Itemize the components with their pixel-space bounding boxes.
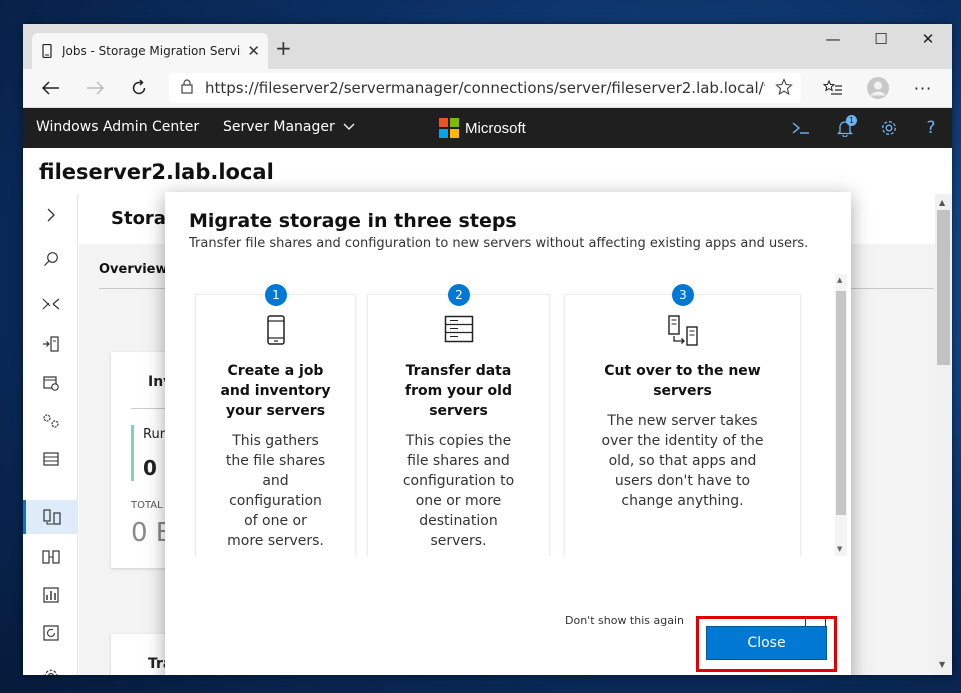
status-label: Rur xyxy=(143,427,166,442)
step-number: 2 xyxy=(448,284,470,306)
tool-migration-icon[interactable] xyxy=(23,327,78,361)
step-card: 2 Transfer data from your old servers Th… xyxy=(367,284,550,556)
tool-services-icon[interactable] xyxy=(23,404,78,438)
more-menu-icon[interactable]: ··· xyxy=(908,75,938,101)
address-bar[interactable]: https://fileserver2/servermanager/connec… xyxy=(169,73,801,103)
step-number: 3 xyxy=(672,284,694,306)
scroll-up-icon[interactable]: ▲ xyxy=(939,198,945,207)
new-tab-icon[interactable]: + xyxy=(275,36,292,60)
status-count: 0 xyxy=(143,456,157,480)
tab-strip: Jobs - Storage Migration Service ✕ + — ☐… xyxy=(23,24,952,69)
step-description: The new server takes over the identity o… xyxy=(601,413,764,509)
step-heading: Transfer data from your old servers xyxy=(404,363,512,419)
tool-performance-icon[interactable] xyxy=(23,578,78,612)
settings-gear-icon[interactable] xyxy=(23,659,78,675)
tab-title: Jobs - Storage Migration Service xyxy=(61,44,242,58)
page-scrollbar[interactable]: ▲ ▼ xyxy=(935,194,952,675)
migration-steps-dialog: Migrate storage in three steps Transfer … xyxy=(165,192,851,675)
powershell-icon[interactable] xyxy=(790,118,812,138)
step-number: 1 xyxy=(265,284,287,306)
server-cutover-icon xyxy=(565,315,800,347)
tab-overview[interactable]: Overview xyxy=(99,262,168,277)
lock-icon xyxy=(181,78,193,98)
step-card: 3 Cut over to the new servers The new se… xyxy=(564,284,801,556)
scroll-down-icon[interactable]: ▼ xyxy=(939,660,945,669)
storage-server-icon xyxy=(368,315,549,343)
browser-tab[interactable]: Jobs - Storage Migration Service ✕ xyxy=(32,33,268,69)
scrollbar-thumb[interactable] xyxy=(836,291,846,515)
step-heading: Cut over to the new servers xyxy=(604,363,761,399)
chevron-down-icon xyxy=(343,119,355,135)
help-icon[interactable]: ? xyxy=(920,118,942,138)
tool-replica-icon[interactable] xyxy=(23,540,78,574)
tool-storage-icon[interactable] xyxy=(23,442,78,476)
forward-icon[interactable] xyxy=(80,75,110,101)
phone-device-icon xyxy=(196,315,355,345)
wac-title[interactable]: Windows Admin Center xyxy=(36,119,199,135)
settings-gear-icon[interactable] xyxy=(878,118,900,138)
close-button[interactable]: Close xyxy=(706,626,827,660)
wac-header: Windows Admin Center Server Manager Micr… xyxy=(23,108,952,148)
steps-container: 1 Create a job and inventory your server… xyxy=(193,274,833,556)
maximize-icon[interactable]: ☐ xyxy=(858,30,904,48)
favorites-list-icon[interactable] xyxy=(818,75,848,101)
microsoft-squares-icon xyxy=(439,118,459,138)
scroll-down-icon[interactable]: ▼ xyxy=(837,545,842,553)
server-manager-label: Server Manager xyxy=(223,119,335,135)
dialog-title: Migrate storage in three steps xyxy=(189,210,517,232)
tab-close-icon[interactable]: ✕ xyxy=(247,42,260,60)
favorite-star-icon[interactable] xyxy=(775,78,793,100)
minimize-icon[interactable]: — xyxy=(810,30,856,48)
close-window-icon[interactable]: ✕ xyxy=(905,30,951,48)
url-text[interactable]: https://fileserver2/servermanager/connec… xyxy=(205,79,765,97)
brand-label: Microsoft xyxy=(465,119,526,137)
total-label: TOTAL xyxy=(131,500,163,511)
search-icon[interactable] xyxy=(23,242,78,276)
dialog-subtitle: Transfer file shares and configuration t… xyxy=(189,236,809,251)
tool-storage-migration-service-icon[interactable] xyxy=(23,500,78,534)
tools-sidebar xyxy=(23,194,78,675)
refresh-icon[interactable] xyxy=(124,75,154,101)
scrollbar-thumb[interactable] xyxy=(937,210,950,365)
step-card: 1 Create a job and inventory your server… xyxy=(195,284,356,556)
browser-window: Jobs - Storage Migration Service ✕ + — ☐… xyxy=(23,24,952,675)
server-title: fileserver2.lab.local xyxy=(39,160,274,184)
back-icon[interactable] xyxy=(36,75,66,101)
server-favicon-icon xyxy=(40,44,54,58)
tool-updates-icon[interactable] xyxy=(23,616,78,650)
dont-show-again-label: Don't show this again xyxy=(565,614,684,627)
status-bar xyxy=(131,425,134,481)
step-heading: Create a job and inventory your servers xyxy=(220,363,331,419)
step-description: This copies the file shares and configur… xyxy=(402,433,515,549)
dialog-scrollbar[interactable]: ▲ ▼ xyxy=(835,274,847,556)
profile-avatar-icon[interactable] xyxy=(863,75,893,101)
notification-badge: 1 xyxy=(846,115,857,126)
expand-sidebar-icon[interactable] xyxy=(23,198,78,232)
notifications-bell-icon[interactable]: 1 xyxy=(834,115,857,138)
tool-scheduled-tasks-icon[interactable] xyxy=(23,366,78,400)
address-toolbar: https://fileserver2/servermanager/connec… xyxy=(23,69,952,108)
tool-connections-icon[interactable] xyxy=(23,287,78,321)
step-description: This gathers the file shares and configu… xyxy=(225,433,326,549)
scroll-up-icon[interactable]: ▲ xyxy=(837,276,842,284)
server-manager-dropdown[interactable]: Server Manager xyxy=(223,119,355,135)
microsoft-logo: Microsoft xyxy=(439,118,526,138)
